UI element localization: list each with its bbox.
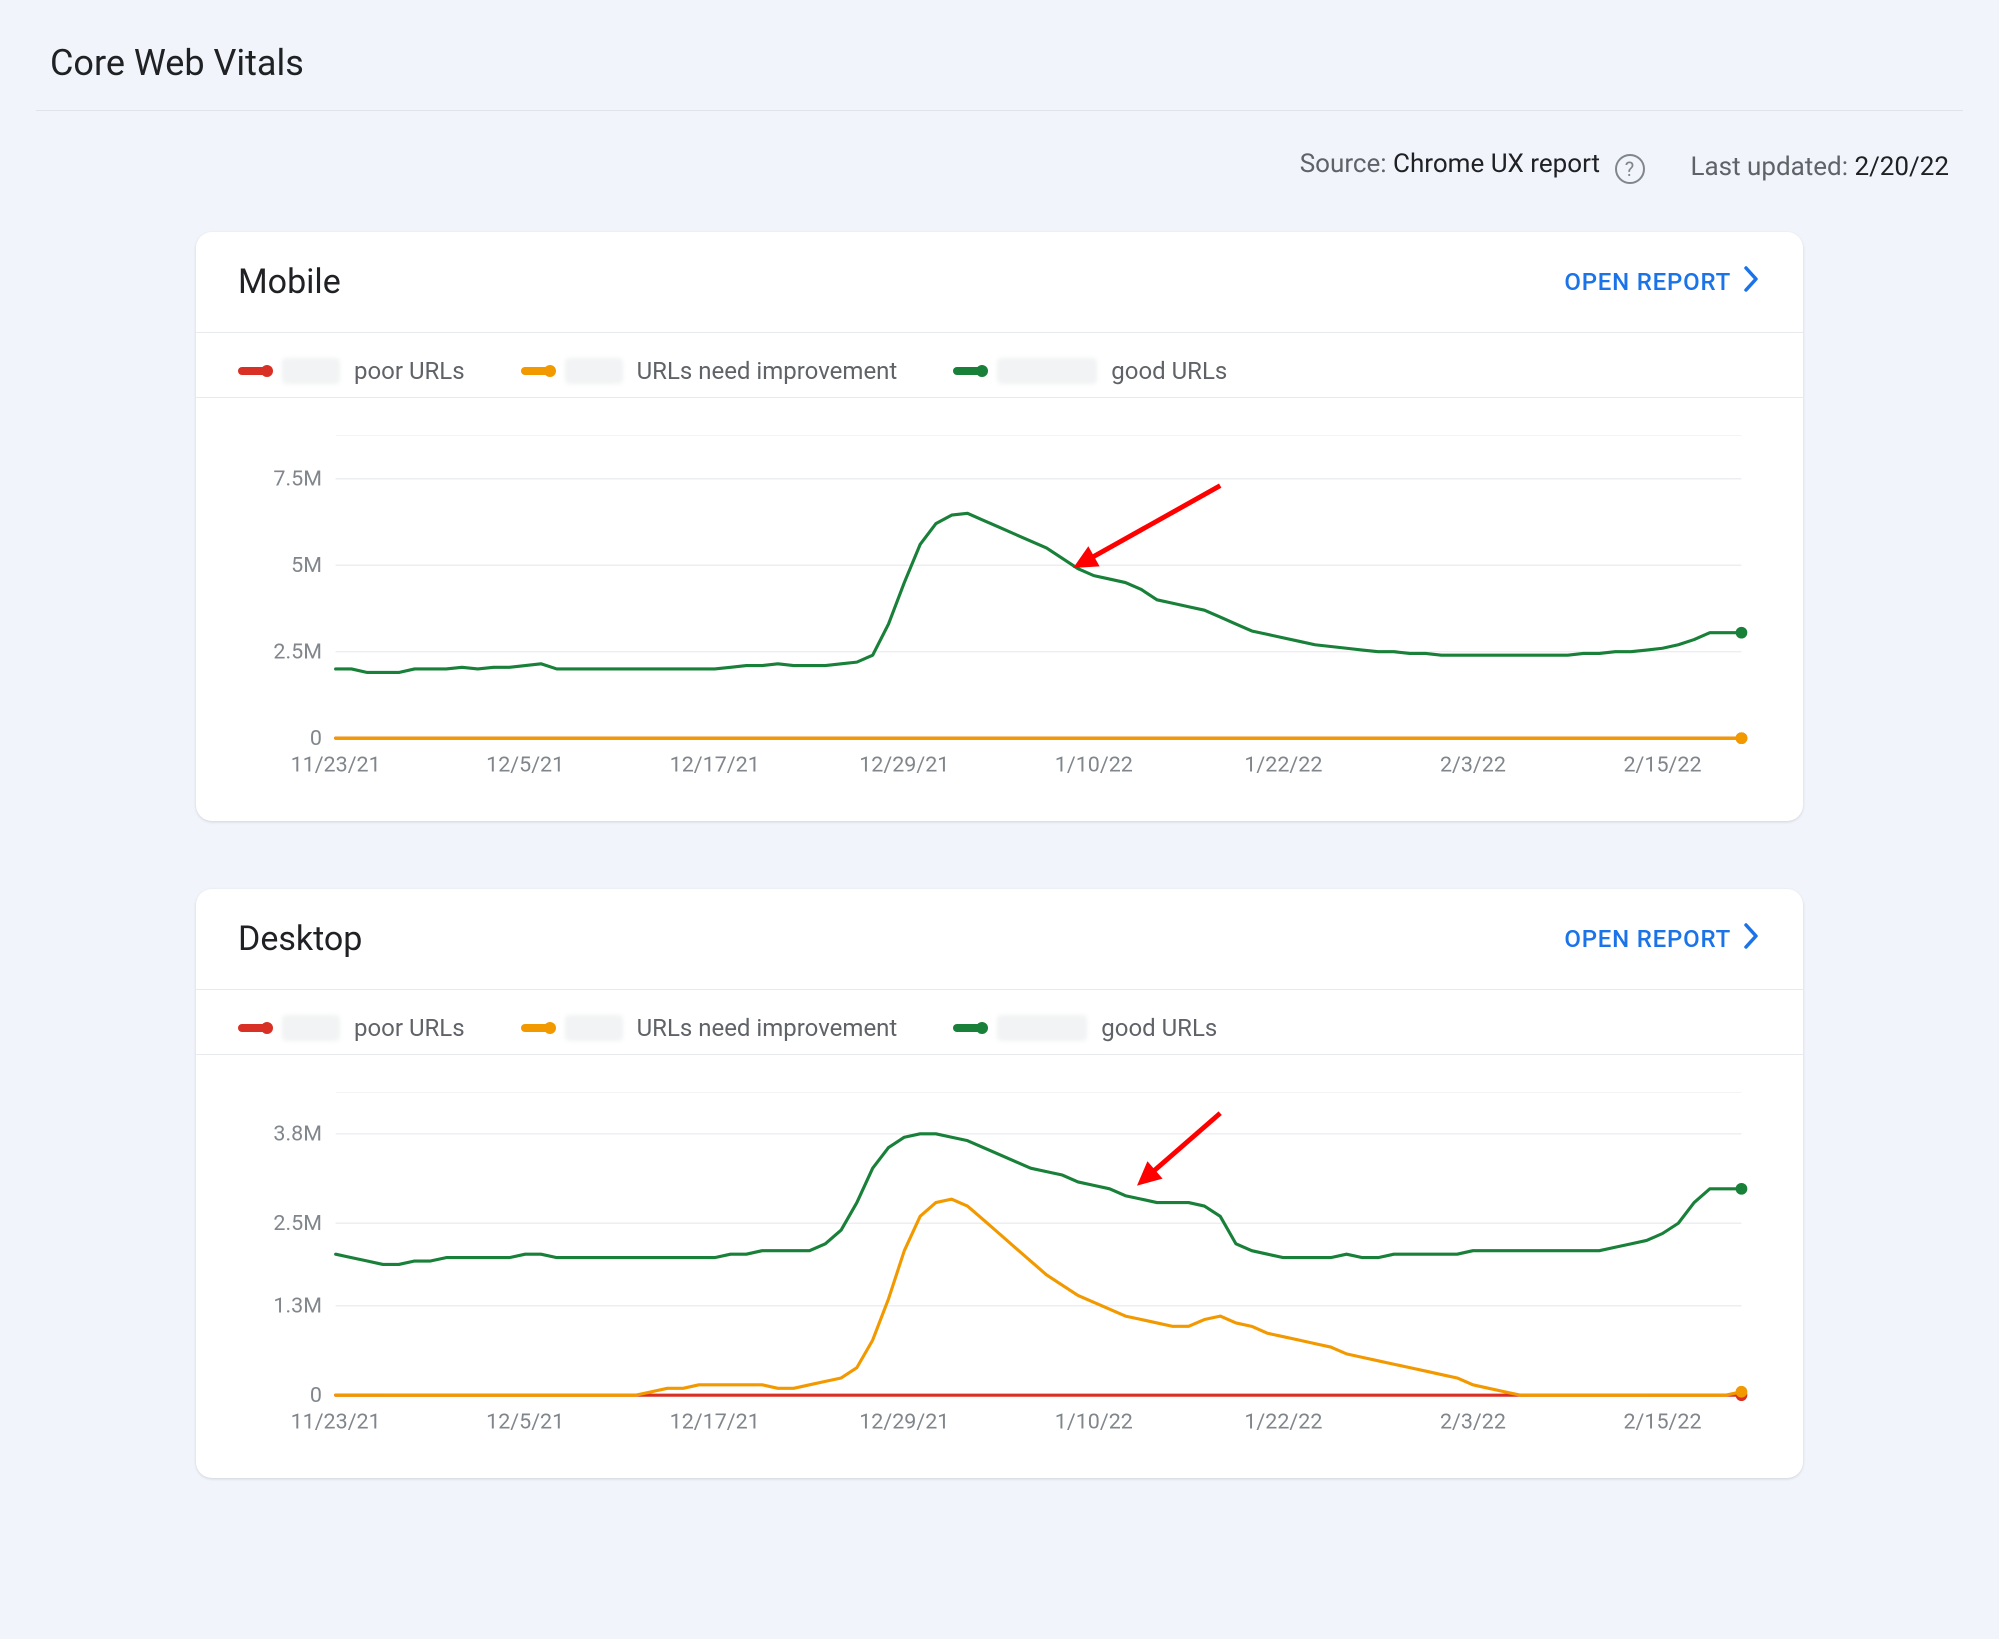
svg-text:12/5/21: 12/5/21 (486, 1409, 564, 1434)
chevron-right-icon (1743, 922, 1761, 956)
help-icon[interactable]: ? (1615, 154, 1645, 184)
svg-text:1/10/22: 1/10/22 (1055, 752, 1133, 777)
source-block: Source: Chrome UX report ? (1300, 149, 1645, 184)
page-title: Core Web Vitals (50, 42, 304, 84)
svg-text:3.8M: 3.8M (273, 1122, 322, 1147)
svg-text:0: 0 (310, 726, 322, 751)
svg-text:12/29/21: 12/29/21 (859, 752, 949, 777)
legend-item-need: URLs need improvement (521, 357, 898, 385)
legend-label-poor: poor URLs (354, 357, 465, 385)
open-report-label: OPEN REPORT (1564, 268, 1731, 296)
legend-desktop: poor URLs URLs need improvement good URL… (196, 990, 1803, 1055)
svg-text:12/29/21: 12/29/21 (859, 1409, 949, 1434)
legend-label-good: good URLs (1101, 1014, 1217, 1042)
card-desktop: Desktop OPEN REPORT poor URLs UR (196, 889, 1803, 1478)
svg-text:1.3M: 1.3M (273, 1294, 322, 1319)
svg-text:2.5M: 2.5M (273, 1211, 322, 1236)
updated-block: Last updated: 2/20/22 (1691, 152, 1950, 182)
meta-row: Source: Chrome UX report ? Last updated:… (36, 111, 1963, 232)
swatch-good-icon (953, 367, 983, 375)
svg-text:2/15/22: 2/15/22 (1623, 752, 1701, 777)
card-mobile: Mobile OPEN REPORT poor URLs URL (196, 232, 1803, 821)
chevron-right-icon (1743, 265, 1761, 299)
redacted-value (565, 1015, 623, 1041)
swatch-need-icon (521, 1024, 551, 1032)
svg-text:2.5M: 2.5M (273, 640, 322, 665)
card-title-desktop: Desktop (238, 919, 362, 959)
legend-label-need: URLs need improvement (637, 357, 898, 385)
swatch-poor-icon (238, 1024, 268, 1032)
svg-text:7.5M: 7.5M (273, 467, 322, 492)
redacted-value (282, 358, 340, 384)
chart-mobile: 0 2.5M 5M 7.5M 11/23/21 12/5/21 12/17/21 12/29/… (196, 398, 1803, 821)
svg-text:0: 0 (310, 1383, 322, 1408)
source-value: Chrome UX report (1393, 149, 1600, 179)
swatch-good-icon (953, 1024, 983, 1032)
redacted-value (997, 1015, 1087, 1041)
legend-item-good: good URLs (953, 1014, 1217, 1042)
svg-text:12/17/21: 12/17/21 (670, 1409, 760, 1434)
updated-label: Last updated: (1691, 152, 1855, 182)
svg-text:1/22/22: 1/22/22 (1244, 1409, 1322, 1434)
swatch-need-icon (521, 367, 551, 375)
updated-value: 2/20/22 (1854, 152, 1949, 182)
legend-item-need: URLs need improvement (521, 1014, 898, 1042)
svg-text:1/10/22: 1/10/22 (1055, 1409, 1133, 1434)
open-report-mobile[interactable]: OPEN REPORT (1564, 265, 1761, 299)
svg-text:11/23/21: 11/23/21 (291, 1409, 381, 1434)
legend-label-need: URLs need improvement (637, 1014, 898, 1042)
svg-text:2/3/22: 2/3/22 (1440, 752, 1506, 777)
svg-text:2/15/22: 2/15/22 (1623, 1409, 1701, 1434)
chart-desktop: 0 1.3M 2.5M 3.8M 11/23/21 12/5/21 12/17/21 12/2… (196, 1055, 1803, 1478)
svg-text:12/17/21: 12/17/21 (670, 752, 760, 777)
swatch-poor-icon (238, 367, 268, 375)
svg-text:2/3/22: 2/3/22 (1440, 1409, 1506, 1434)
svg-text:5M: 5M (291, 553, 322, 578)
card-title-mobile: Mobile (238, 262, 341, 302)
open-report-label: OPEN REPORT (1564, 925, 1731, 953)
redacted-value (282, 1015, 340, 1041)
svg-text:11/23/21: 11/23/21 (291, 752, 381, 777)
svg-text:1/22/22: 1/22/22 (1244, 752, 1322, 777)
legend-item-good: good URLs (953, 357, 1227, 385)
legend-item-poor: poor URLs (238, 1014, 465, 1042)
legend-label-poor: poor URLs (354, 1014, 465, 1042)
source-label: Source: (1300, 149, 1393, 179)
redacted-value (997, 358, 1097, 384)
redacted-value (565, 358, 623, 384)
legend-item-poor: poor URLs (238, 357, 465, 385)
svg-text:12/5/21: 12/5/21 (486, 752, 564, 777)
legend-mobile: poor URLs URLs need improvement good URL… (196, 333, 1803, 398)
legend-label-good: good URLs (1111, 357, 1227, 385)
open-report-desktop[interactable]: OPEN REPORT (1564, 922, 1761, 956)
